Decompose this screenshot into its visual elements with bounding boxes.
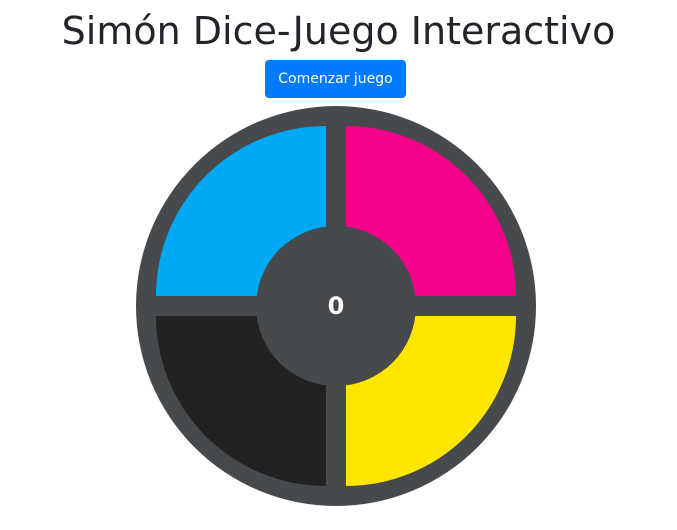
simon-board: 0 [136,106,536,506]
page-title: Simón Dice-Juego Interactivo [61,9,616,53]
score-display: 0 [256,226,416,386]
start-game-button[interactable]: Comenzar juego [265,60,406,98]
score-counter: 0 [327,292,345,320]
